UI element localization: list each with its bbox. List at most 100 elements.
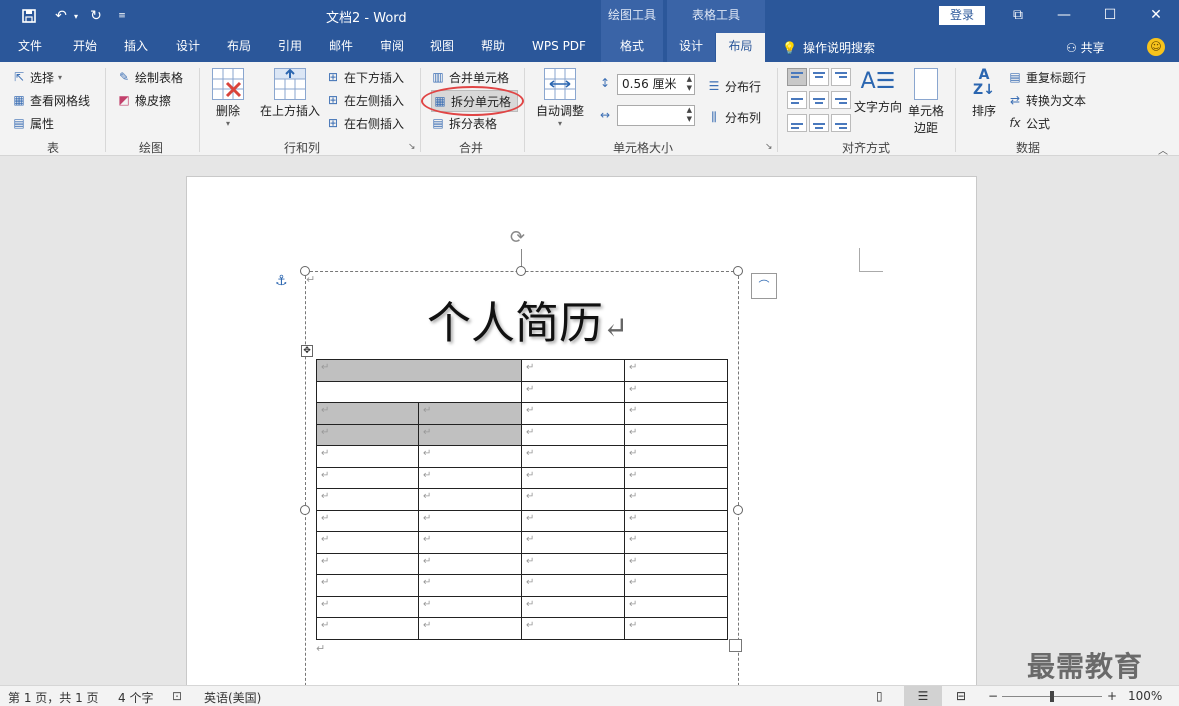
customize-qat-icon[interactable]: ≡ (115, 5, 129, 27)
login-button[interactable]: 登录 (939, 6, 985, 25)
ribbon-display-options-icon[interactable]: ⧉ (995, 0, 1041, 30)
table-cell[interactable]: ↵ (316, 509, 419, 532)
table-cell[interactable]: ↵ (418, 488, 522, 511)
print-layout-icon[interactable]: ☰ (904, 686, 942, 706)
table-cell[interactable]: ↵ (418, 531, 522, 554)
tab-references[interactable]: 引用 (268, 33, 312, 62)
table-cell[interactable]: ↵ (418, 552, 522, 575)
view-gridlines-button[interactable]: ▦ 查看网格线 (12, 90, 90, 110)
select-button[interactable]: ⇱ 选择 ▾ (12, 67, 62, 87)
redo-icon[interactable]: ↻ (85, 5, 107, 27)
document-heading[interactable]: 个人简历↵ (427, 287, 628, 351)
table-cell[interactable]: ↵ (521, 574, 625, 597)
resize-handle[interactable] (733, 266, 743, 276)
table-cell[interactable]: ↵ (521, 445, 625, 468)
spin-arrows-icon[interactable]: ▲ ▼ (687, 75, 692, 93)
tab-home[interactable]: 开始 (63, 33, 107, 62)
delete-button[interactable]: 删除 ▾ (208, 68, 248, 128)
page-count[interactable]: 第 1 页，共 1 页 (8, 689, 99, 706)
table-cell[interactable]: ↵ (624, 531, 728, 554)
table-cell[interactable]: ↵ (418, 509, 522, 532)
table-cell[interactable]: ↵ (521, 423, 625, 446)
column-width-input[interactable]: ▲ ▼ (617, 105, 695, 126)
align-top-center-button[interactable] (809, 68, 829, 86)
layout-options-icon[interactable]: ⌒ (751, 273, 777, 299)
table-cell[interactable]: ↵ (624, 380, 728, 403)
resize-handle[interactable] (733, 505, 743, 515)
word-count[interactable]: 4 个字 (118, 689, 153, 706)
table-resize-handle[interactable] (729, 639, 742, 652)
align-bottom-center-button[interactable] (809, 114, 829, 132)
tab-file[interactable]: 文件 (8, 33, 52, 62)
rotate-handle-icon[interactable]: ⟳ (510, 227, 525, 248)
table-cell[interactable]: ↵ (316, 445, 419, 468)
table-cell[interactable] (316, 380, 522, 403)
table-cell[interactable]: ↵ (521, 359, 625, 382)
table-cell[interactable]: ↵ (624, 488, 728, 511)
minimize-button[interactable]: — (1041, 0, 1087, 30)
insert-below-button[interactable]: ⊞ 在下方插入 (326, 67, 404, 87)
table-cell[interactable]: ↵ (624, 402, 728, 425)
collapse-ribbon-icon[interactable]: ︿ (1158, 142, 1168, 157)
eraser-button[interactable]: ◩ 橡皮擦 (117, 90, 171, 110)
table-cell[interactable]: ↵ (521, 509, 625, 532)
table-cell[interactable]: ↵ (624, 574, 728, 597)
table-cell[interactable]: ↵ (521, 552, 625, 575)
table-cell[interactable]: ↵ (316, 552, 419, 575)
sort-button[interactable]: A Z↓ 排序 (966, 68, 1002, 119)
align-top-left-button[interactable] (787, 68, 807, 86)
table-cell[interactable]: ↵ (316, 466, 419, 489)
save-icon[interactable] (18, 5, 40, 27)
table-cell[interactable]: ↵ (316, 574, 419, 597)
table-cell[interactable]: ↵ (418, 617, 522, 640)
align-top-right-button[interactable] (831, 68, 851, 86)
table-cell[interactable]: ↵ (316, 402, 419, 425)
table-cell[interactable]: ↵ (521, 617, 625, 640)
table-cell[interactable]: ↵ (624, 359, 728, 382)
insert-above-button[interactable]: 在上方插入 (258, 68, 322, 119)
align-bottom-left-button[interactable] (787, 114, 807, 132)
language-indicator[interactable]: 英语(美国) (204, 689, 261, 706)
table-cell[interactable]: ↵ (316, 488, 419, 511)
align-bottom-right-button[interactable] (831, 114, 851, 132)
merge-cells-button[interactable]: ▥ 合并单元格 (431, 67, 509, 87)
spin-arrows-icon[interactable]: ▲ ▼ (687, 106, 692, 124)
tab-view[interactable]: 视图 (420, 33, 464, 62)
formula-button[interactable]: fx 公式 (1008, 113, 1050, 133)
zoom-level[interactable]: 100% (1128, 689, 1162, 703)
undo-dropdown-icon[interactable]: ▾ (71, 5, 81, 27)
row-height-input[interactable]: 0.56 厘米 ▲ ▼ (617, 74, 695, 95)
table-move-handle-icon[interactable]: ✥ (301, 345, 313, 357)
tab-mailings[interactable]: 邮件 (319, 33, 363, 62)
align-middle-center-button[interactable] (809, 91, 829, 109)
zoom-slider-thumb[interactable] (1050, 691, 1054, 702)
tab-review[interactable]: 审阅 (370, 33, 414, 62)
tab-table-layout[interactable]: 布局 (716, 33, 765, 62)
table-cell[interactable]: ↵ (316, 617, 419, 640)
table-cell[interactable]: ↵ (418, 466, 522, 489)
table-cell[interactable]: ↵ (624, 445, 728, 468)
table-cell[interactable]: ↵ (624, 466, 728, 489)
proofing-icon[interactable]: ⊡ (172, 689, 182, 703)
dialog-launcher-icon[interactable]: ↘ (765, 142, 773, 152)
zoom-out-button[interactable]: − (988, 689, 998, 703)
dialog-launcher-icon[interactable]: ↘ (408, 142, 416, 152)
tab-layout[interactable]: 布局 (217, 33, 261, 62)
table-cell[interactable]: ↵ (624, 509, 728, 532)
table-cell[interactable]: ↵ (316, 359, 522, 382)
resume-table[interactable]: ↵ ↵ ↵ ↵ ↵ ↵ ↵ ↵ ↵ ↵ ↵ ↵ ↵ ↵ ↵ ↵ ↵ ↵ ↵ ↵ ↵ ↵ ↵ ↵ ↵ ↵ ↵ (316, 359, 728, 640)
split-table-button[interactable]: ▤ 拆分表格 (431, 113, 497, 133)
maximize-button[interactable]: ☐ (1087, 0, 1133, 30)
table-cell[interactable]: ↵ (624, 423, 728, 446)
insert-right-button[interactable]: ⊞ 在右侧插入 (326, 113, 404, 133)
undo-icon[interactable]: ↶ (50, 5, 72, 27)
share-button[interactable]: ⚇ 共享 (1066, 39, 1105, 56)
table-cell[interactable]: ↵ (521, 466, 625, 489)
repeat-header-rows-button[interactable]: ▤ 重复标题行 (1008, 67, 1086, 87)
table-cell[interactable]: ↵ (521, 380, 625, 403)
table-cell[interactable]: ↵ (316, 423, 419, 446)
table-cell[interactable]: ↵ (624, 617, 728, 640)
tab-help[interactable]: 帮助 (471, 33, 515, 62)
table-cell[interactable]: ↵ (521, 531, 625, 554)
tab-insert[interactable]: 插入 (114, 33, 158, 62)
